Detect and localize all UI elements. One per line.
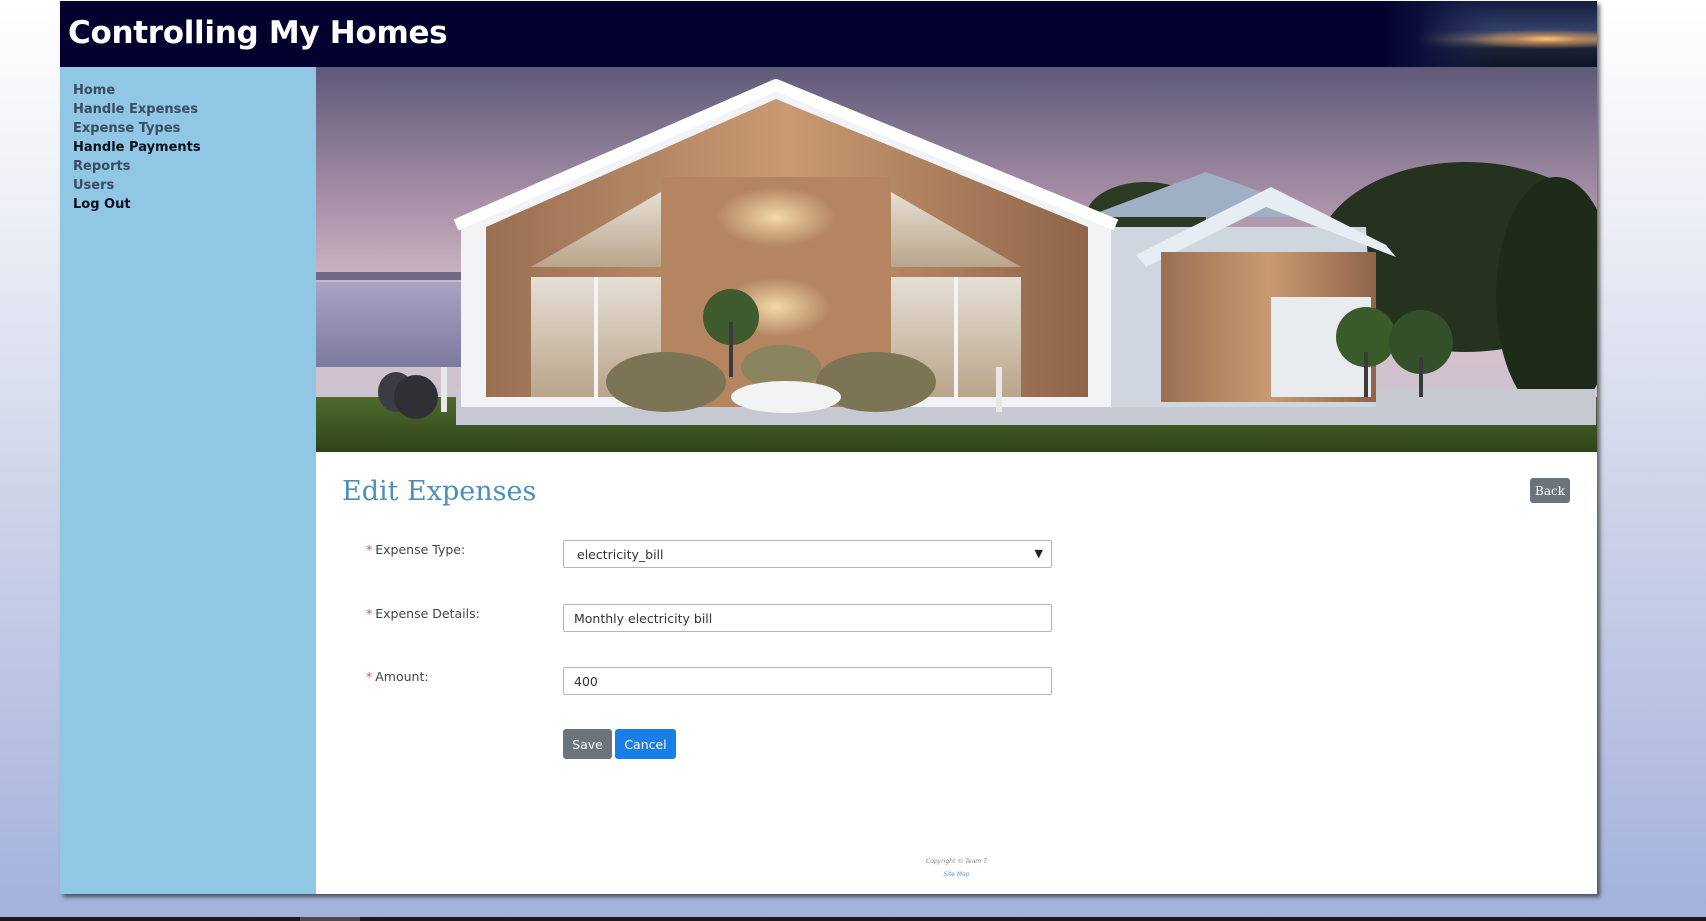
expense-type-select[interactable]: electricity_bill ▼ (563, 540, 1052, 568)
nav-item-expense-types[interactable]: Expense Types (73, 119, 201, 138)
nav-item-home[interactable]: Home (73, 81, 201, 100)
cancel-button[interactable]: Cancel (615, 729, 676, 759)
nav-item-handle-payments[interactable]: Handle Payments (73, 138, 201, 157)
nav-item-log-out[interactable]: Log Out (73, 195, 201, 214)
app-title: Controlling My Homes (68, 15, 448, 51)
amount-label: * Amount: (366, 669, 429, 684)
nav-list: Home Handle Expenses Expense Types Handl… (73, 81, 201, 214)
taskbar (0, 917, 1706, 921)
page-title: Edit Expenses (342, 476, 537, 507)
required-marker: * (366, 669, 373, 684)
sidebar: Home Handle Expenses Expense Types Handl… (60, 67, 316, 894)
nav-item-handle-expenses[interactable]: Handle Expenses (73, 100, 201, 119)
hero-house-image (316, 67, 1597, 452)
amount-input[interactable] (563, 667, 1052, 695)
expense-details-input[interactable] (563, 604, 1052, 632)
app-header: Controlling My Homes (60, 1, 1597, 67)
app-window: Controlling My Homes Home Handle Expense… (60, 1, 1597, 894)
required-marker: * (366, 542, 373, 557)
header-sunset-image (1417, 1, 1597, 67)
expense-details-label: * Expense Details: (366, 606, 480, 621)
expense-type-label-text: Expense Type: (375, 542, 466, 557)
amount-label-text: Amount: (375, 669, 429, 684)
nav-item-users[interactable]: Users (73, 176, 201, 195)
required-marker: * (366, 606, 373, 621)
save-button[interactable]: Save (563, 729, 612, 759)
taskbar-indicator (300, 917, 360, 921)
footer-sitemap-link[interactable]: Site Map (316, 871, 1597, 878)
footer-copyright: Copyright © Team 7 (926, 858, 987, 865)
back-button[interactable]: Back (1530, 478, 1570, 503)
expense-details-label-text: Expense Details: (375, 606, 480, 621)
main-content: Edit Expenses Back * Expense Type: electr… (316, 452, 1597, 894)
expense-type-label: * Expense Type: (366, 542, 465, 557)
chevron-down-icon: ▼ (1034, 547, 1043, 560)
expense-type-selected-value: electricity_bill (577, 546, 664, 562)
nav-item-reports[interactable]: Reports (73, 157, 201, 176)
